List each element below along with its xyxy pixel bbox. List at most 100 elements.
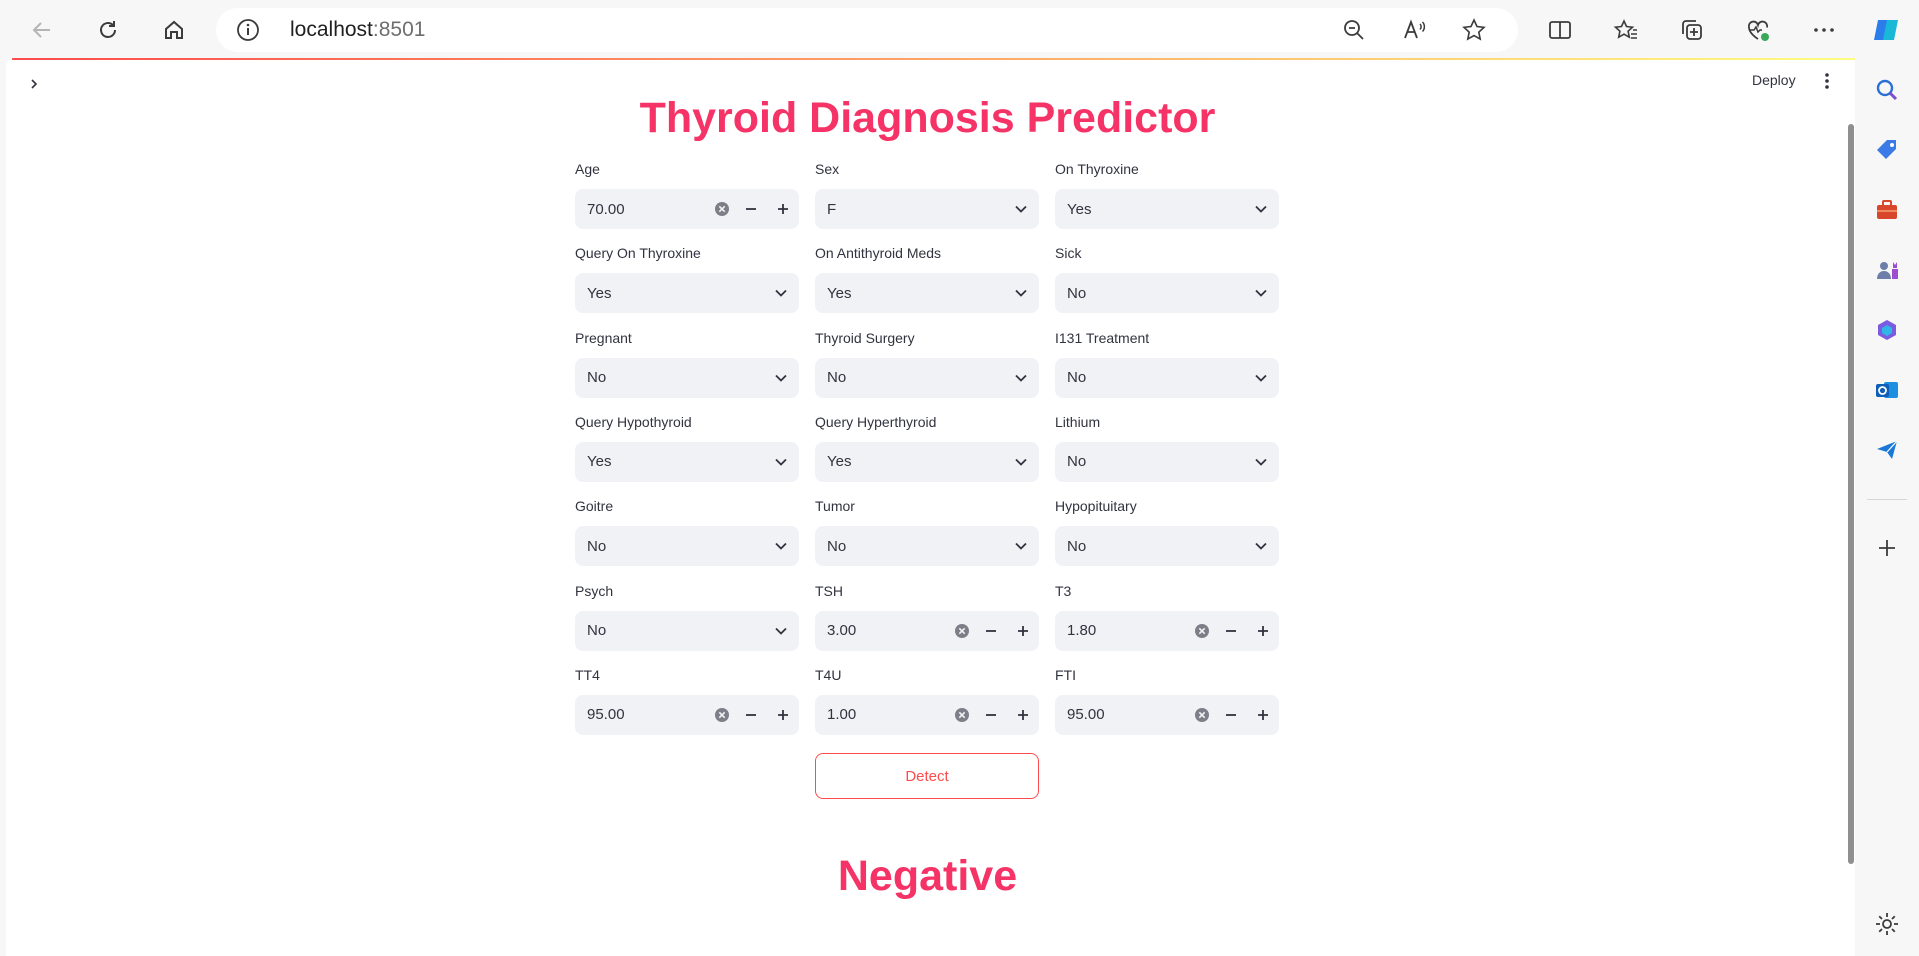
increment-button[interactable] bbox=[767, 695, 799, 735]
detect-button[interactable]: Detect bbox=[815, 753, 1039, 799]
clear-icon[interactable] bbox=[949, 623, 975, 639]
sick-selected-value[interactable]: No bbox=[1055, 285, 1243, 302]
goitre-selected-value[interactable]: No bbox=[575, 538, 763, 555]
tt4-value[interactable]: 95.00 bbox=[575, 706, 709, 723]
chevron-down-icon[interactable] bbox=[1003, 289, 1039, 298]
lithium-select[interactable]: No bbox=[1055, 441, 1279, 482]
games-icon[interactable] bbox=[1871, 254, 1903, 286]
t4u-number-input[interactable]: 1.00 bbox=[815, 694, 1039, 735]
clear-icon[interactable] bbox=[949, 707, 975, 723]
chevron-down-icon[interactable] bbox=[1243, 458, 1279, 466]
increment-button[interactable] bbox=[1007, 695, 1039, 735]
query-hyperthyroid-select[interactable]: Yes bbox=[815, 441, 1039, 482]
i131-treatment-select[interactable]: No bbox=[1055, 357, 1279, 398]
expand-sidebar-icon[interactable] bbox=[24, 74, 44, 94]
clear-icon[interactable] bbox=[1189, 623, 1215, 639]
chevron-down-icon[interactable] bbox=[763, 458, 799, 466]
fti-value[interactable]: 95.00 bbox=[1055, 706, 1189, 723]
clear-icon[interactable] bbox=[709, 201, 735, 217]
chevron-down-icon[interactable] bbox=[1003, 542, 1039, 550]
on-thyroxine-selected-value[interactable]: Yes bbox=[1055, 201, 1243, 218]
tsh-number-input[interactable]: 3.00 bbox=[815, 610, 1039, 651]
t3-value[interactable]: 1.80 bbox=[1055, 622, 1189, 639]
deploy-button[interactable]: Deploy bbox=[1752, 72, 1796, 88]
hypopituitary-select[interactable]: No bbox=[1055, 526, 1279, 567]
query-hyperthyroid-selected-value[interactable]: Yes bbox=[815, 453, 1003, 470]
query-hypothyroid-select[interactable]: Yes bbox=[575, 441, 799, 482]
chevron-down-icon[interactable] bbox=[763, 542, 799, 550]
search-icon[interactable] bbox=[1871, 74, 1903, 106]
clear-icon[interactable] bbox=[709, 707, 735, 723]
thyroid-surgery-selected-value[interactable]: No bbox=[815, 369, 1003, 386]
decrement-button[interactable] bbox=[735, 695, 767, 735]
pregnant-selected-value[interactable]: No bbox=[575, 369, 763, 386]
chevron-down-icon[interactable] bbox=[1243, 374, 1279, 382]
collections-icon[interactable] bbox=[1672, 10, 1712, 50]
decrement-button[interactable] bbox=[975, 611, 1007, 651]
tumor-select[interactable]: No bbox=[815, 526, 1039, 567]
add-icon[interactable] bbox=[1871, 532, 1903, 564]
chevron-down-icon[interactable] bbox=[1003, 374, 1039, 382]
scrollbar[interactable] bbox=[1846, 58, 1855, 956]
query-hypothyroid-selected-value[interactable]: Yes bbox=[575, 453, 763, 470]
chevron-down-icon[interactable] bbox=[763, 627, 799, 635]
clear-icon[interactable] bbox=[1189, 707, 1215, 723]
back-icon[interactable] bbox=[22, 10, 62, 50]
age-number-input[interactable]: 70.00 bbox=[575, 189, 799, 229]
refresh-icon[interactable] bbox=[88, 10, 128, 50]
hypopituitary-selected-value[interactable]: No bbox=[1055, 538, 1243, 555]
fti-number-input[interactable]: 95.00 bbox=[1055, 694, 1279, 735]
microsoft-365-icon[interactable] bbox=[1871, 314, 1903, 346]
psych-select[interactable]: No bbox=[575, 610, 799, 651]
query-on-thyroxine-selected-value[interactable]: Yes bbox=[575, 285, 763, 302]
t3-number-input[interactable]: 1.80 bbox=[1055, 610, 1279, 651]
increment-button[interactable] bbox=[1007, 611, 1039, 651]
tumor-selected-value[interactable]: No bbox=[815, 538, 1003, 555]
goitre-select[interactable]: No bbox=[575, 526, 799, 567]
increment-button[interactable] bbox=[1247, 695, 1279, 735]
chevron-down-icon[interactable] bbox=[1243, 205, 1279, 213]
chevron-down-icon[interactable] bbox=[1243, 289, 1279, 298]
sick-select[interactable]: No bbox=[1055, 273, 1279, 314]
tt4-number-input[interactable]: 95.00 bbox=[575, 694, 799, 735]
on-antithyroid-meds-select[interactable]: Yes bbox=[815, 273, 1039, 314]
chevron-down-icon[interactable] bbox=[1003, 205, 1039, 213]
query-on-thyroxine-select[interactable]: Yes bbox=[575, 273, 799, 314]
shopping-tag-icon[interactable] bbox=[1871, 134, 1903, 166]
read-aloud-icon[interactable] bbox=[1400, 16, 1428, 49]
main-menu-icon[interactable] bbox=[1824, 72, 1830, 95]
on-antithyroid-meds-selected-value[interactable]: Yes bbox=[815, 285, 1003, 302]
sex-selected-value[interactable]: F bbox=[815, 201, 1003, 218]
increment-button[interactable] bbox=[1247, 611, 1279, 651]
favorite-star-icon[interactable] bbox=[1460, 16, 1488, 49]
thyroid-surgery-select[interactable]: No bbox=[815, 357, 1039, 398]
chevron-down-icon[interactable] bbox=[1243, 542, 1279, 550]
chevron-down-icon[interactable] bbox=[763, 374, 799, 382]
browser-essentials-icon[interactable] bbox=[1738, 10, 1778, 50]
chevron-down-icon[interactable] bbox=[763, 289, 799, 298]
home-icon[interactable] bbox=[154, 10, 194, 50]
favorites-icon[interactable] bbox=[1606, 10, 1646, 50]
lithium-selected-value[interactable]: No bbox=[1055, 453, 1243, 470]
t4u-value[interactable]: 1.00 bbox=[815, 706, 949, 723]
chevron-down-icon[interactable] bbox=[1003, 458, 1039, 466]
psych-selected-value[interactable]: No bbox=[575, 622, 763, 639]
zoom-out-icon[interactable] bbox=[1340, 16, 1368, 49]
copilot-icon[interactable] bbox=[1866, 10, 1906, 50]
send-icon[interactable] bbox=[1871, 434, 1903, 466]
outlook-icon[interactable] bbox=[1871, 374, 1903, 406]
decrement-button[interactable] bbox=[1215, 695, 1247, 735]
settings-gear-icon[interactable] bbox=[1871, 908, 1903, 940]
tools-icon[interactable] bbox=[1871, 194, 1903, 226]
increment-button[interactable] bbox=[767, 189, 799, 229]
more-options-icon[interactable] bbox=[1804, 10, 1844, 50]
decrement-button[interactable] bbox=[975, 695, 1007, 735]
sex-select[interactable]: F bbox=[815, 189, 1039, 229]
scrollbar-thumb[interactable] bbox=[1848, 124, 1854, 864]
site-info-icon[interactable] bbox=[234, 16, 262, 49]
split-screen-icon[interactable] bbox=[1540, 10, 1580, 50]
pregnant-select[interactable]: No bbox=[575, 357, 799, 398]
on-thyroxine-select[interactable]: Yes bbox=[1055, 189, 1279, 229]
decrement-button[interactable] bbox=[735, 189, 767, 229]
tsh-value[interactable]: 3.00 bbox=[815, 622, 949, 639]
